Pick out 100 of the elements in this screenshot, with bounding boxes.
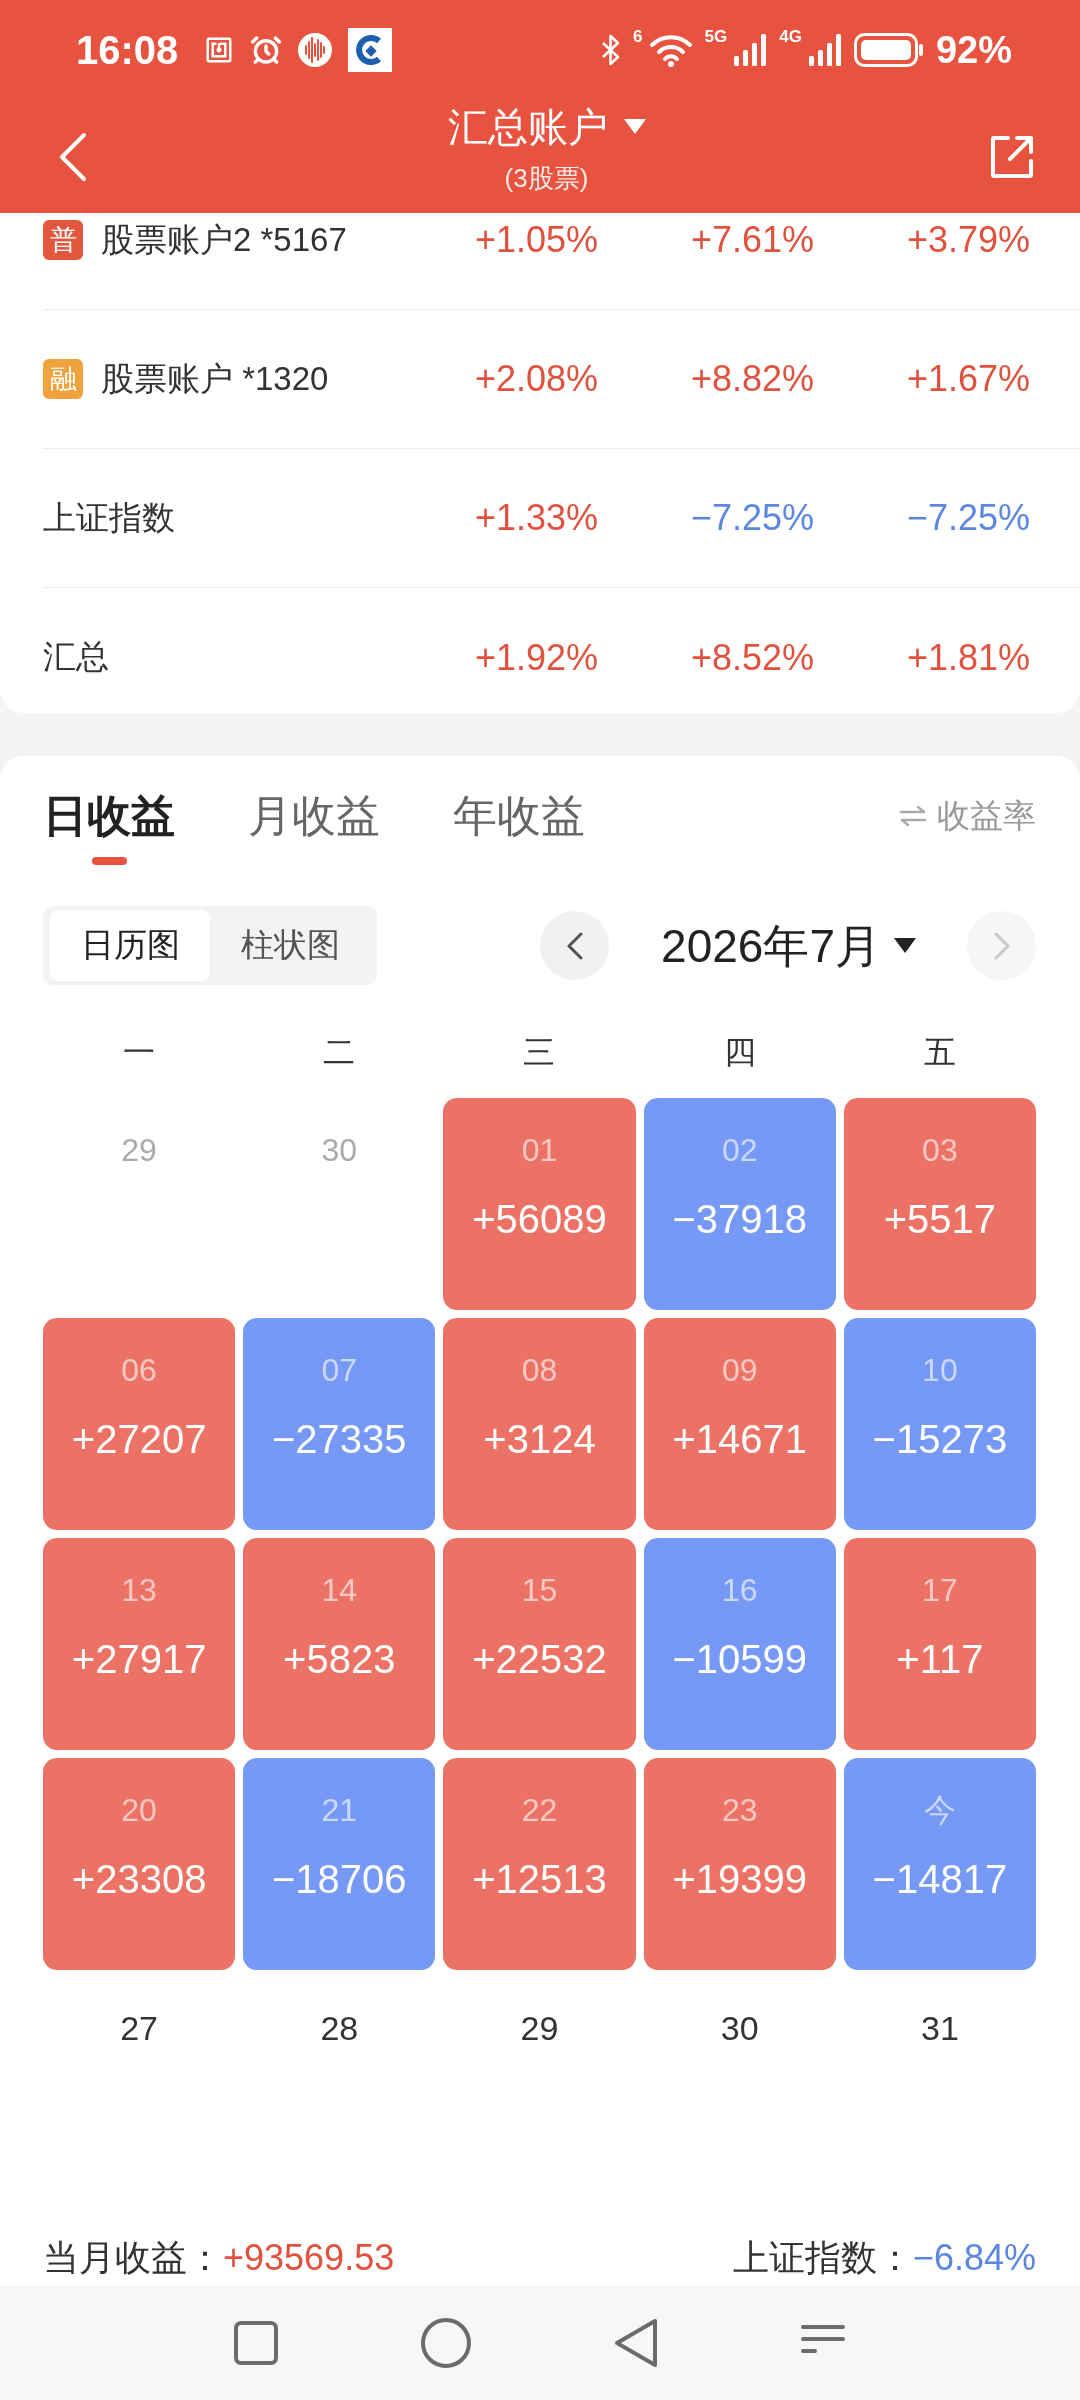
calendar-day-tile[interactable]: 17 +117: [843, 1538, 1036, 1750]
calendar-day-tile[interactable]: 03 +5517: [843, 1098, 1036, 1310]
calendar-day-tile[interactable]: 16 −10599: [643, 1538, 836, 1750]
period-tab[interactable]: 年收益: [453, 788, 585, 865]
weekday-label: 五: [922, 1033, 957, 1072]
share-icon: [989, 133, 1035, 180]
day-number: 16: [721, 1571, 758, 1610]
calendar-day-tile[interactable]: 23 +19399: [643, 1758, 836, 1970]
return-value: +2.08%: [474, 358, 598, 400]
daily-profit: −15273: [872, 1416, 1008, 1463]
day-number: 23: [721, 1791, 758, 1830]
calendar-day-tile[interactable]: 21 −18706: [243, 1758, 436, 1970]
calendar-day-tile[interactable]: 14 +5823: [243, 1538, 436, 1750]
account-name: 股票账户 *1320: [101, 358, 329, 399]
account-type-badge: 融: [43, 359, 83, 399]
summary-value: −6.84%: [912, 2237, 1036, 2279]
daily-profit: −27335: [272, 1416, 407, 1463]
period-tab[interactable]: 日收益: [43, 788, 175, 865]
wifi-icon: [648, 33, 693, 67]
return-value: +1.81%: [906, 636, 1030, 679]
calendar-day-tile[interactable]: 06 +27207: [43, 1318, 236, 1530]
caret-down-icon: [623, 119, 646, 135]
calendar-day-tile[interactable]: 09 +14671: [643, 1318, 836, 1530]
account-name: 股票账户2 *5167: [101, 219, 347, 260]
weekday-label: 三: [522, 1033, 557, 1072]
day-number: 21: [321, 1791, 358, 1830]
calendar-day-tile[interactable]: 20 +23308: [43, 1758, 236, 1970]
day-number: 27: [120, 2008, 158, 2048]
daily-profit: +27917: [71, 1636, 207, 1683]
day-number: 20: [121, 1791, 157, 1830]
return-value: +8.52%: [690, 636, 814, 679]
calendar-day-tile[interactable]: 22 +12513: [443, 1758, 636, 1970]
period-tab[interactable]: 月收益: [248, 788, 380, 865]
daily-profit: −14817: [872, 1856, 1008, 1903]
daily-profit: −18706: [272, 1856, 407, 1903]
calendar-day-tile[interactable]: 13 +27917: [43, 1538, 236, 1750]
summary-value: +93569.53: [223, 2237, 395, 2279]
return-value: +1.05%: [474, 219, 598, 261]
view-option[interactable]: 柱状图: [210, 910, 370, 981]
daily-profit: +3124: [483, 1416, 596, 1463]
day-number: 09: [721, 1351, 758, 1390]
day-number: 03: [922, 1131, 958, 1170]
calendar-day-tile[interactable]: 08 +3124: [443, 1318, 636, 1530]
status-time: 16:08: [76, 27, 179, 73]
return-value: +1.33%: [474, 497, 598, 539]
day-number: 29: [121, 1131, 157, 1170]
weekday-label: 四: [722, 1033, 757, 1072]
account-name: 汇总: [43, 637, 109, 677]
calendar-day-tile[interactable]: 02 −37918: [643, 1098, 836, 1310]
return-value: −7.25%: [906, 497, 1030, 539]
home-icon[interactable]: [421, 2317, 471, 2368]
recent-apps-icon[interactable]: [234, 2320, 278, 2365]
alarm-clock-icon: [250, 34, 283, 66]
share-button[interactable]: [989, 133, 1035, 180]
return-value: +3.79%: [906, 219, 1030, 261]
day-number: 22: [521, 1791, 558, 1830]
summary-label: 上证指数：: [732, 2235, 913, 2280]
daily-profit: +23308: [71, 1856, 207, 1903]
wifi-label: 6: [633, 28, 643, 46]
day-number: 01: [521, 1131, 558, 1170]
daily-profit: +27207: [71, 1416, 207, 1463]
battery-icon: [853, 33, 924, 67]
back-icon: [58, 131, 88, 182]
network-label: 4G: [779, 28, 802, 46]
day-number: 13: [121, 1571, 157, 1610]
month-picker[interactable]: 2026年7月: [661, 917, 916, 974]
account-picker[interactable]: 汇总账户: [447, 105, 646, 149]
calendar-day-tile[interactable]: 01 +56089: [443, 1098, 636, 1310]
day-number: 02: [721, 1131, 758, 1170]
rate-toggle[interactable]: 收益率: [899, 788, 1036, 844]
return-value: +7.61%: [690, 219, 814, 261]
view-option[interactable]: 日历图: [50, 910, 210, 981]
app-icon: [348, 28, 393, 72]
day-number: 今: [923, 1791, 956, 1830]
account-type-badge: 普: [43, 220, 83, 260]
sound-wave-icon: [298, 33, 333, 67]
calendar-day-tile[interactable]: 10 −15273: [843, 1318, 1036, 1530]
day-number: 10: [922, 1351, 958, 1390]
calendar-day-tile[interactable]: 15 +22532: [443, 1538, 636, 1750]
signal-bars-icon: [733, 34, 768, 66]
back-button[interactable]: [58, 131, 88, 182]
network-label: 5G: [704, 28, 728, 46]
chevron-right-icon: [993, 931, 1010, 960]
day-number: 06: [121, 1351, 157, 1390]
calendar-day-tile[interactable]: 今 −14817: [843, 1758, 1036, 1970]
signal-bars-icon: [807, 34, 842, 66]
calendar-day-tile[interactable]: 07 −27335: [243, 1318, 436, 1530]
return-value: +1.92%: [474, 636, 598, 679]
day-number: 29: [520, 2008, 559, 2048]
day-number: 08: [521, 1351, 558, 1390]
day-number: 30: [321, 1131, 358, 1170]
day-number: 28: [320, 2008, 359, 2048]
daily-profit: +22532: [472, 1636, 607, 1683]
bluetooth-icon: [601, 34, 622, 66]
daily-profit: +5823: [283, 1636, 396, 1683]
weekday-label: 一: [122, 1033, 157, 1072]
daily-profit: −37918: [672, 1196, 807, 1243]
daily-profit: +14671: [672, 1416, 807, 1463]
back-triangle-icon[interactable]: [614, 2317, 658, 2368]
daily-profit: +19399: [672, 1856, 807, 1903]
